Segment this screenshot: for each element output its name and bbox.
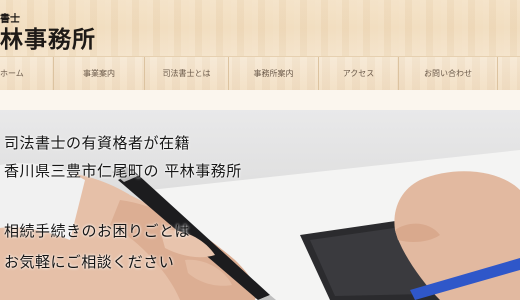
main-nav: ホーム 事業案内 司法書士とは 事務所案内 アクセス お問い合わせ [0,56,520,91]
nav-item-about-scrivener[interactable]: 司法書士とは [145,57,229,90]
hero-tagline-2: お気軽にご相談ください [4,253,175,271]
nav-item-more[interactable] [498,57,520,90]
nav-item-home[interactable]: ホーム [0,57,54,90]
nav-item-contact[interactable]: お問い合わせ [399,57,498,90]
nav-item-access[interactable]: アクセス [319,57,399,90]
hero-headline-1: 司法書士の有資格者が在籍 [4,134,191,152]
nav-item-office[interactable]: 事務所案内 [229,57,319,90]
site-header: 書士 林事務所 [0,0,520,56]
site-logo[interactable]: 林事務所 [0,20,96,54]
hero-headline-2: 香川県三豊市仁尾町の 平林事務所 [4,162,242,180]
hero-tagline-1: 相続手続きのお困りごとは [4,222,191,240]
header-spacer [0,90,520,110]
hero-banner: 司法書士の有資格者が在籍 香川県三豊市仁尾町の 平林事務所 相続手続きのお困りご… [0,110,520,300]
nav-item-services[interactable]: 事業案内 [54,57,145,90]
